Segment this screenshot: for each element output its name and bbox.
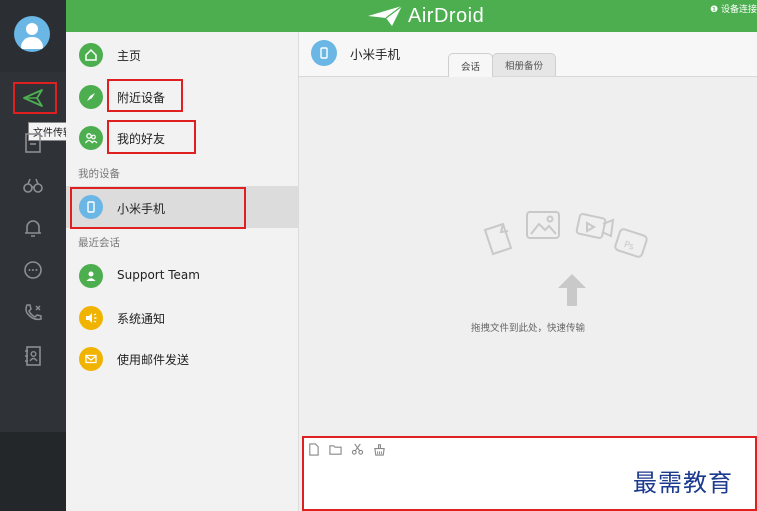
avatar-body — [21, 37, 43, 49]
home-icon — [79, 43, 103, 67]
user-avatar[interactable] — [14, 16, 50, 52]
chat-bubble-icon[interactable] — [17, 255, 49, 285]
document-type-icon — [483, 222, 513, 256]
recent-heading: 最近会话 — [78, 237, 120, 249]
speaker-icon — [79, 306, 103, 330]
contacts-icon[interactable] — [17, 341, 49, 371]
contacts-panel: 主页 附近设备 我的好友 我的设备 小米手机 最近会话 Support Team… — [66, 32, 299, 511]
drop-hint: 拖拽文件到此处，快速传输 — [470, 323, 585, 334]
ps-glyph: Ps — [622, 240, 635, 253]
video-type-icon — [575, 213, 615, 239]
contact-item-email[interactable]: 使用邮件发送 — [66, 339, 298, 379]
top-bar: AirDroid ❶ 设备连接 — [66, 0, 757, 32]
mail-icon — [79, 347, 103, 371]
left-rail: 文件传输 — [0, 0, 78, 511]
friends-icon — [79, 126, 103, 150]
conversation-header: 小米手机 会话 相册备份 — [299, 32, 757, 77]
rail-footer — [0, 432, 66, 511]
my-devices-heading: 我的设备 — [78, 168, 120, 180]
watermark: 最需教育 — [633, 469, 733, 497]
support-icon — [79, 264, 103, 288]
device-highlight-box — [70, 187, 246, 229]
phone-call-icon[interactable] — [17, 298, 49, 328]
contact-item-support[interactable]: Support Team — [66, 256, 298, 296]
support-label: Support Team — [117, 268, 200, 282]
friends-highlight-box — [107, 120, 196, 154]
avatar-head — [26, 23, 38, 35]
airdroid-plane-icon — [368, 5, 403, 26]
notifications-label: 系统通知 — [117, 312, 166, 326]
tab-photo-backup[interactable]: 相册备份 — [492, 53, 557, 76]
home-label: 主页 — [117, 49, 142, 63]
connection-status[interactable]: ❶ 设备连接 — [710, 2, 757, 15]
contact-item-home[interactable]: 主页 — [66, 35, 298, 75]
header-device-icon — [311, 40, 337, 66]
app-title: AirDroid — [408, 4, 485, 27]
rail-highlight-box — [13, 82, 57, 114]
upload-arrow-icon — [558, 274, 586, 306]
bell-icon[interactable] — [17, 213, 49, 243]
file-types-illustration: Ps — [483, 211, 648, 258]
app-logo: AirDroid — [366, 3, 484, 29]
conversation-title: 小米手机 — [350, 47, 401, 62]
binoculars-icon[interactable] — [17, 170, 49, 200]
tab-chat[interactable]: 会话 — [448, 53, 494, 77]
file-icon[interactable] — [17, 128, 49, 158]
compass-icon — [79, 85, 103, 109]
image-type-icon — [526, 211, 560, 239]
email-label: 使用邮件发送 — [117, 353, 190, 367]
nearby-highlight-box — [107, 79, 183, 112]
